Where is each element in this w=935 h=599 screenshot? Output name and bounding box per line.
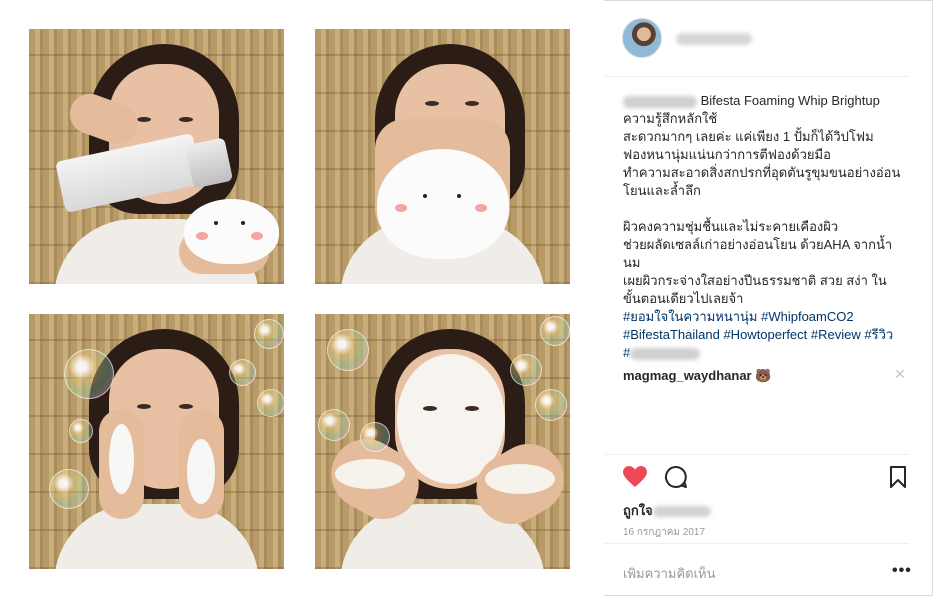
bubble bbox=[64, 349, 114, 399]
bubble bbox=[254, 319, 284, 349]
mascot-eye bbox=[457, 194, 461, 198]
add-comment-bar: ••• bbox=[604, 543, 912, 599]
foam bbox=[109, 424, 134, 494]
post-header bbox=[604, 0, 909, 77]
caption-username-redacted[interactable] bbox=[623, 95, 697, 108]
bookmark-icon[interactable] bbox=[889, 465, 907, 489]
eye bbox=[465, 406, 479, 411]
foam bbox=[335, 459, 405, 489]
photo-foam-in-hands bbox=[315, 29, 570, 284]
likes-count[interactable]: ถูกใจ bbox=[623, 500, 711, 521]
hashtag-redacted bbox=[630, 347, 701, 360]
eye bbox=[425, 101, 439, 106]
mascot-blush bbox=[251, 232, 263, 240]
caption-title: Bifesta Foaming Whip Brightup bbox=[697, 93, 880, 108]
heart-icon[interactable] bbox=[622, 465, 648, 489]
mascot-eye bbox=[423, 194, 427, 198]
hashtag-prefix: # bbox=[623, 345, 631, 360]
comment-icon[interactable] bbox=[664, 465, 688, 489]
bubble bbox=[318, 409, 350, 441]
photo-foam-face bbox=[315, 314, 570, 569]
post-details-panel: Bifesta Foaming Whip Brightup ความรู้สึก… bbox=[604, 0, 935, 598]
bubble bbox=[69, 419, 93, 443]
mascot-eye bbox=[214, 221, 218, 225]
bubble bbox=[327, 329, 369, 371]
eye bbox=[137, 117, 151, 122]
eye bbox=[423, 406, 437, 411]
eye bbox=[137, 404, 151, 409]
caption-body: ความรู้สึกหลักใช้ สะดวกมากๆ เลยค่ะ แค่เพ… bbox=[623, 111, 901, 306]
eye bbox=[179, 404, 193, 409]
bubble bbox=[535, 389, 567, 421]
eye bbox=[179, 117, 193, 122]
mascot-blush bbox=[395, 204, 407, 212]
post-date[interactable]: 16 กรกฎาคม 2017 bbox=[623, 525, 705, 540]
photo-foam-cheeks bbox=[29, 314, 284, 569]
bubble bbox=[229, 359, 256, 386]
avatar[interactable] bbox=[622, 18, 662, 58]
comment-emoji: 🐻 bbox=[755, 368, 772, 383]
mascot-blush bbox=[475, 204, 487, 212]
likes-prefix: ถูกใจ bbox=[623, 503, 653, 518]
hashtags-line-2[interactable]: #BifestaThailand #Howtoperfect #Review #… bbox=[623, 327, 893, 342]
hashtags-line-3[interactable]: # bbox=[623, 345, 701, 360]
close-icon[interactable]: ✕ bbox=[894, 366, 906, 383]
bubble bbox=[360, 422, 390, 452]
comment: magmag_waydhanar 🐻 bbox=[623, 367, 771, 385]
mascot-eye bbox=[241, 221, 245, 225]
bubble bbox=[540, 316, 570, 346]
post-image-collage[interactable] bbox=[0, 0, 604, 598]
action-bar bbox=[604, 454, 909, 500]
more-icon[interactable]: ••• bbox=[892, 562, 912, 580]
bubble bbox=[510, 354, 542, 386]
mascot-blush bbox=[196, 232, 208, 240]
foam bbox=[187, 439, 215, 504]
bubble bbox=[257, 389, 284, 417]
comment-username[interactable]: magmag_waydhanar bbox=[623, 368, 752, 383]
dress bbox=[54, 504, 259, 569]
username-redacted[interactable] bbox=[676, 33, 752, 45]
post-caption: Bifesta Foaming Whip Brightup ความรู้สึก… bbox=[623, 92, 911, 362]
foam bbox=[485, 464, 555, 494]
hashtags-line-1[interactable]: #ยอมใจในความหนานุ่ม #WhipfoamCO2 bbox=[623, 309, 854, 324]
likes-redacted bbox=[652, 506, 711, 518]
add-comment-input[interactable] bbox=[623, 566, 873, 581]
bubble bbox=[49, 469, 89, 509]
eye bbox=[465, 101, 479, 106]
photo-spraying-foam bbox=[29, 29, 284, 284]
